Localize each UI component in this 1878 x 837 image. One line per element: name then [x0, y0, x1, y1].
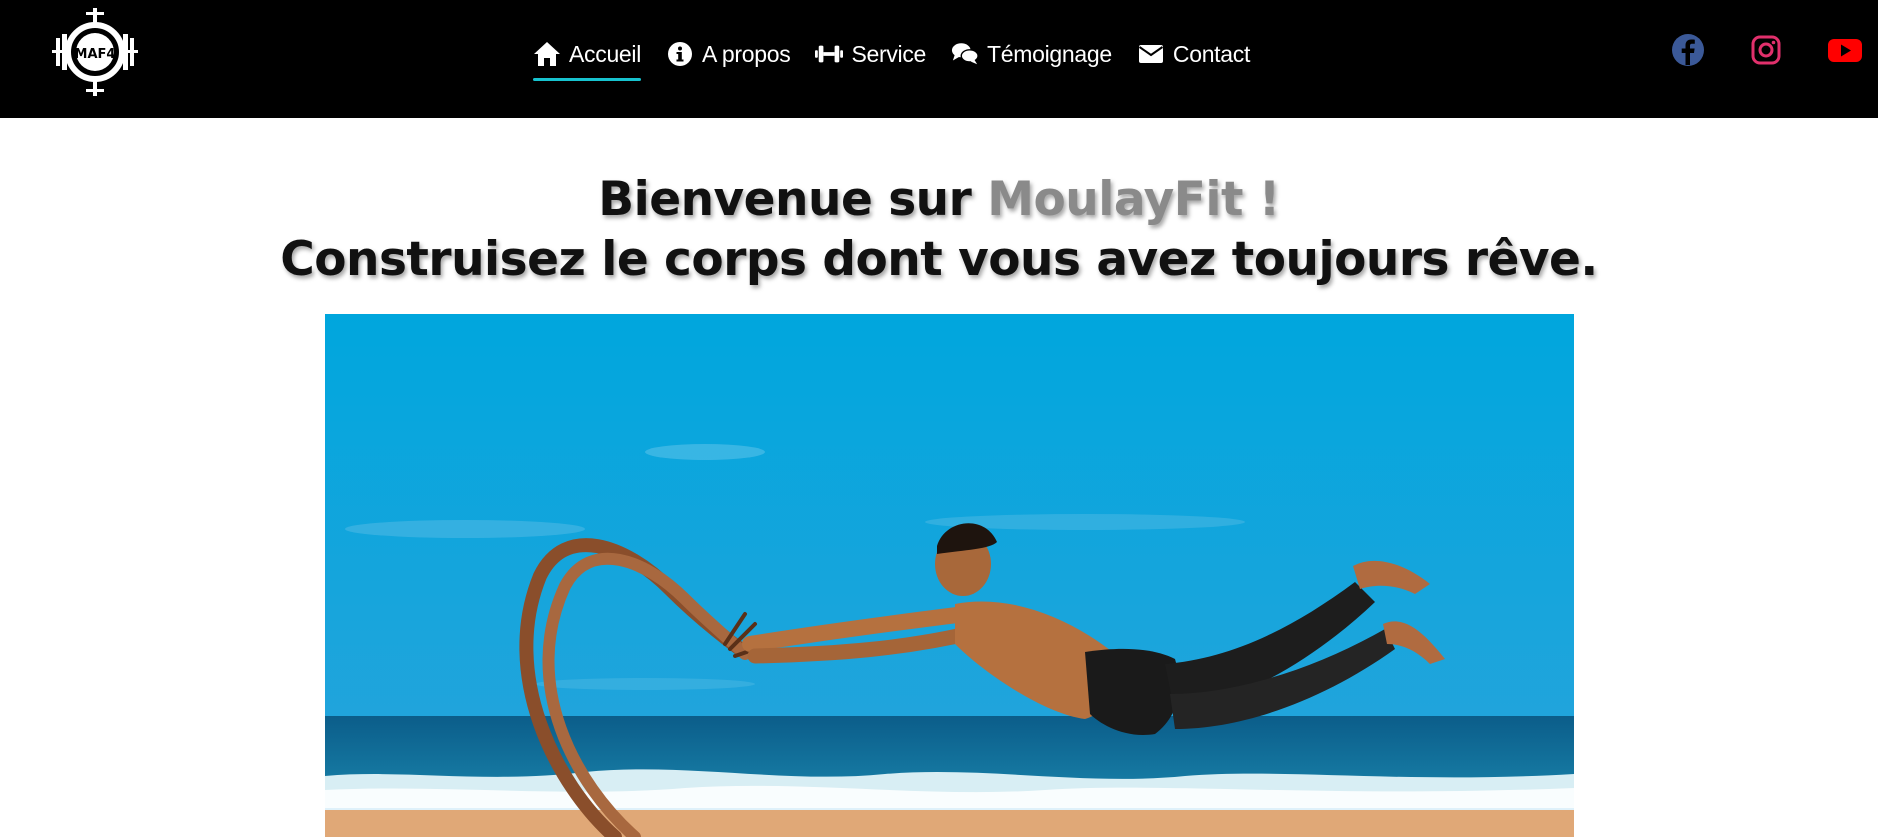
social-links	[1670, 32, 1870, 68]
nav-item-a-propos[interactable]: A propos	[666, 35, 791, 73]
youtube-icon[interactable]	[1827, 32, 1863, 68]
brand-name: MoulayFit !	[987, 172, 1280, 227]
welcome-prefix: Bienvenue sur	[598, 172, 988, 227]
nav-item-contact[interactable]: Contact	[1137, 35, 1250, 73]
home-icon	[533, 41, 561, 67]
info-icon	[666, 41, 694, 67]
svg-text:MAF4: MAF4	[75, 47, 116, 62]
nav-label-a-propos: A propos	[702, 40, 791, 67]
instagram-icon[interactable]	[1748, 32, 1784, 68]
hero-heading: Bienvenue sur MoulayFit ! Construisez le…	[0, 170, 1878, 290]
top-navbar: MAF4 Accueil A propos Service Témoignage…	[0, 0, 1878, 118]
facebook-icon[interactable]	[1670, 32, 1706, 68]
nav-label-accueil: Accueil	[569, 40, 642, 67]
hero-subtitle: Construisez le corps dont vous avez touj…	[280, 232, 1598, 287]
hero-image	[325, 314, 1574, 837]
nav-label-contact: Contact	[1172, 40, 1251, 67]
nav-label-temoignage: Témoignage	[987, 40, 1112, 67]
main-nav: Accueil A propos Service Témoignage Cont…	[533, 34, 1275, 81]
nav-item-temoignage[interactable]: Témoignage	[951, 35, 1112, 73]
envelope-icon	[1137, 41, 1165, 67]
nav-item-service[interactable]: Service	[815, 35, 926, 73]
comments-icon	[951, 41, 979, 67]
nav-item-accueil[interactable]: Accueil	[533, 35, 642, 81]
welcome-line: Bienvenue sur MoulayFit !	[0, 170, 1878, 230]
dumbbell-icon	[815, 41, 844, 67]
nav-label-service: Service	[851, 40, 927, 67]
maf4-logo[interactable]: MAF4	[52, 8, 138, 96]
